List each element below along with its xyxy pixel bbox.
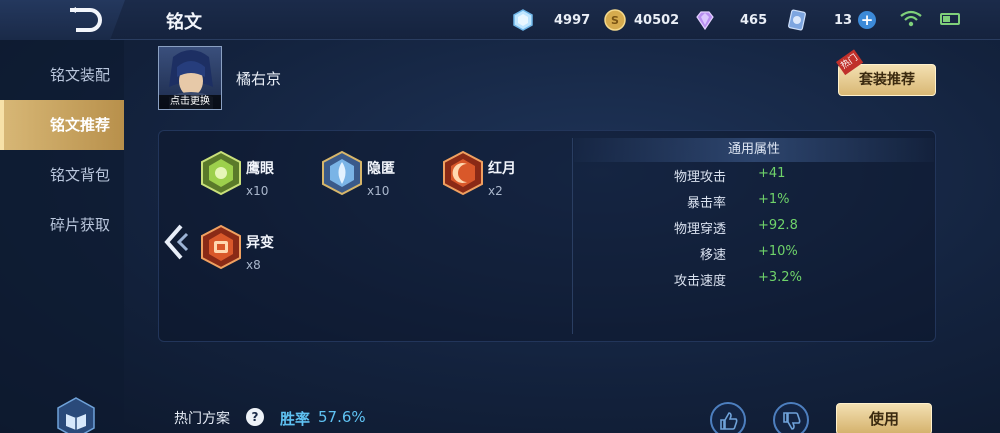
currency-ticket: 13: [786, 8, 852, 32]
svg-text:S: S: [611, 14, 619, 27]
attribute-value: +41: [758, 166, 786, 181]
dislike-button[interactable]: [773, 402, 809, 433]
currency-gold: S 40502: [604, 8, 679, 32]
ticket-count: 13: [834, 12, 853, 28]
rune-count: x10: [367, 184, 390, 198]
attribute-row: 暴击率 +1%: [574, 192, 934, 212]
wifi-icon: [900, 10, 922, 27]
battery-icon: [940, 13, 960, 25]
sidebar-item-rune-recommend[interactable]: 铭文推荐: [0, 100, 124, 150]
attribute-row: 物理穿透 +92.8: [574, 218, 934, 238]
purple-crystal-icon: [696, 11, 714, 31]
red-moon-rune-icon: [443, 150, 483, 196]
attribute-value: +10%: [758, 244, 798, 259]
diamond-gem-icon: [513, 9, 533, 31]
sidebar-item-rune-bag[interactable]: 铭文背包: [0, 150, 124, 200]
sidebar-item-rune-equip[interactable]: 铭文装配: [0, 50, 124, 100]
hero-avatar[interactable]: 点击更换: [158, 46, 222, 110]
attribute-key: 攻击速度: [673, 274, 726, 289]
rune-count: x10: [246, 184, 269, 198]
currency-crystal: 465: [694, 8, 767, 32]
attribute-key: 物理穿透: [673, 222, 726, 237]
panel-divider: [572, 138, 573, 334]
rune-name: 隐匿: [367, 161, 395, 177]
attribute-row: 攻击速度 +3.2%: [574, 270, 934, 290]
top-bar: 铭文 4997 S 40502 465 13 +: [0, 0, 1000, 40]
rune-item[interactable]: 异变 x8: [198, 224, 274, 272]
thumbs-down-icon: [783, 412, 801, 430]
attribute-row: 物理攻击 +41: [574, 166, 934, 186]
collapse-arrow-icon[interactable]: [163, 224, 189, 260]
winrate-label: 胜率: [280, 410, 311, 428]
rune-item[interactable]: 鹰眼 x10: [198, 150, 274, 198]
attribute-value: +3.2%: [758, 270, 802, 285]
book-icon[interactable]: [54, 396, 98, 433]
back-button[interactable]: [0, 0, 125, 40]
attributes-header: 通用属性: [574, 138, 934, 162]
sidebar: 铭文装配 铭文推荐 铭文背包 碎片获取: [0, 40, 124, 433]
hawk-eye-rune-icon: [201, 150, 241, 196]
rune-count: x2: [488, 184, 503, 198]
rune-count: x8: [246, 258, 261, 272]
like-button[interactable]: [710, 402, 746, 433]
winrate-value: 57.6%: [318, 408, 366, 426]
hero-name: 橘右京: [236, 70, 282, 88]
help-icon[interactable]: ?: [246, 408, 264, 426]
back-arrow-icon: [70, 7, 102, 32]
use-button[interactable]: 使用: [836, 403, 932, 433]
mutation-rune-icon: [201, 224, 241, 270]
gold-count: 40502: [634, 12, 680, 28]
add-ticket-button[interactable]: +: [858, 11, 876, 29]
attribute-value: +92.8: [758, 218, 798, 233]
crystal-count: 465: [740, 12, 768, 28]
attribute-key: 移速: [699, 248, 726, 263]
attribute-key: 暴击率: [686, 196, 726, 211]
rune-item[interactable]: 隐匿 x10: [319, 150, 395, 198]
attribute-row: 移速 +10%: [574, 244, 934, 264]
diamond-count: 4997: [554, 12, 591, 28]
rune-item[interactable]: 红月 x2: [440, 150, 516, 198]
gold-coin-icon: S: [604, 9, 626, 31]
rune-name: 鹰眼: [246, 161, 274, 177]
rune-name: 红月: [488, 161, 516, 177]
sidebar-item-fragment-obtain[interactable]: 碎片获取: [0, 200, 124, 250]
card-ticket-icon: [788, 9, 806, 31]
change-hero-label: 点击更换: [159, 95, 221, 109]
thumbs-up-icon: [720, 412, 738, 430]
page-title: 铭文: [166, 12, 202, 33]
attribute-key: 物理攻击: [673, 170, 726, 185]
rune-name: 异变: [246, 235, 274, 251]
attribute-value: +1%: [758, 192, 790, 207]
hot-plan-label: 热门方案: [174, 411, 230, 427]
currency-diamond: 4997: [512, 8, 590, 32]
stealth-rune-icon: [322, 150, 362, 196]
